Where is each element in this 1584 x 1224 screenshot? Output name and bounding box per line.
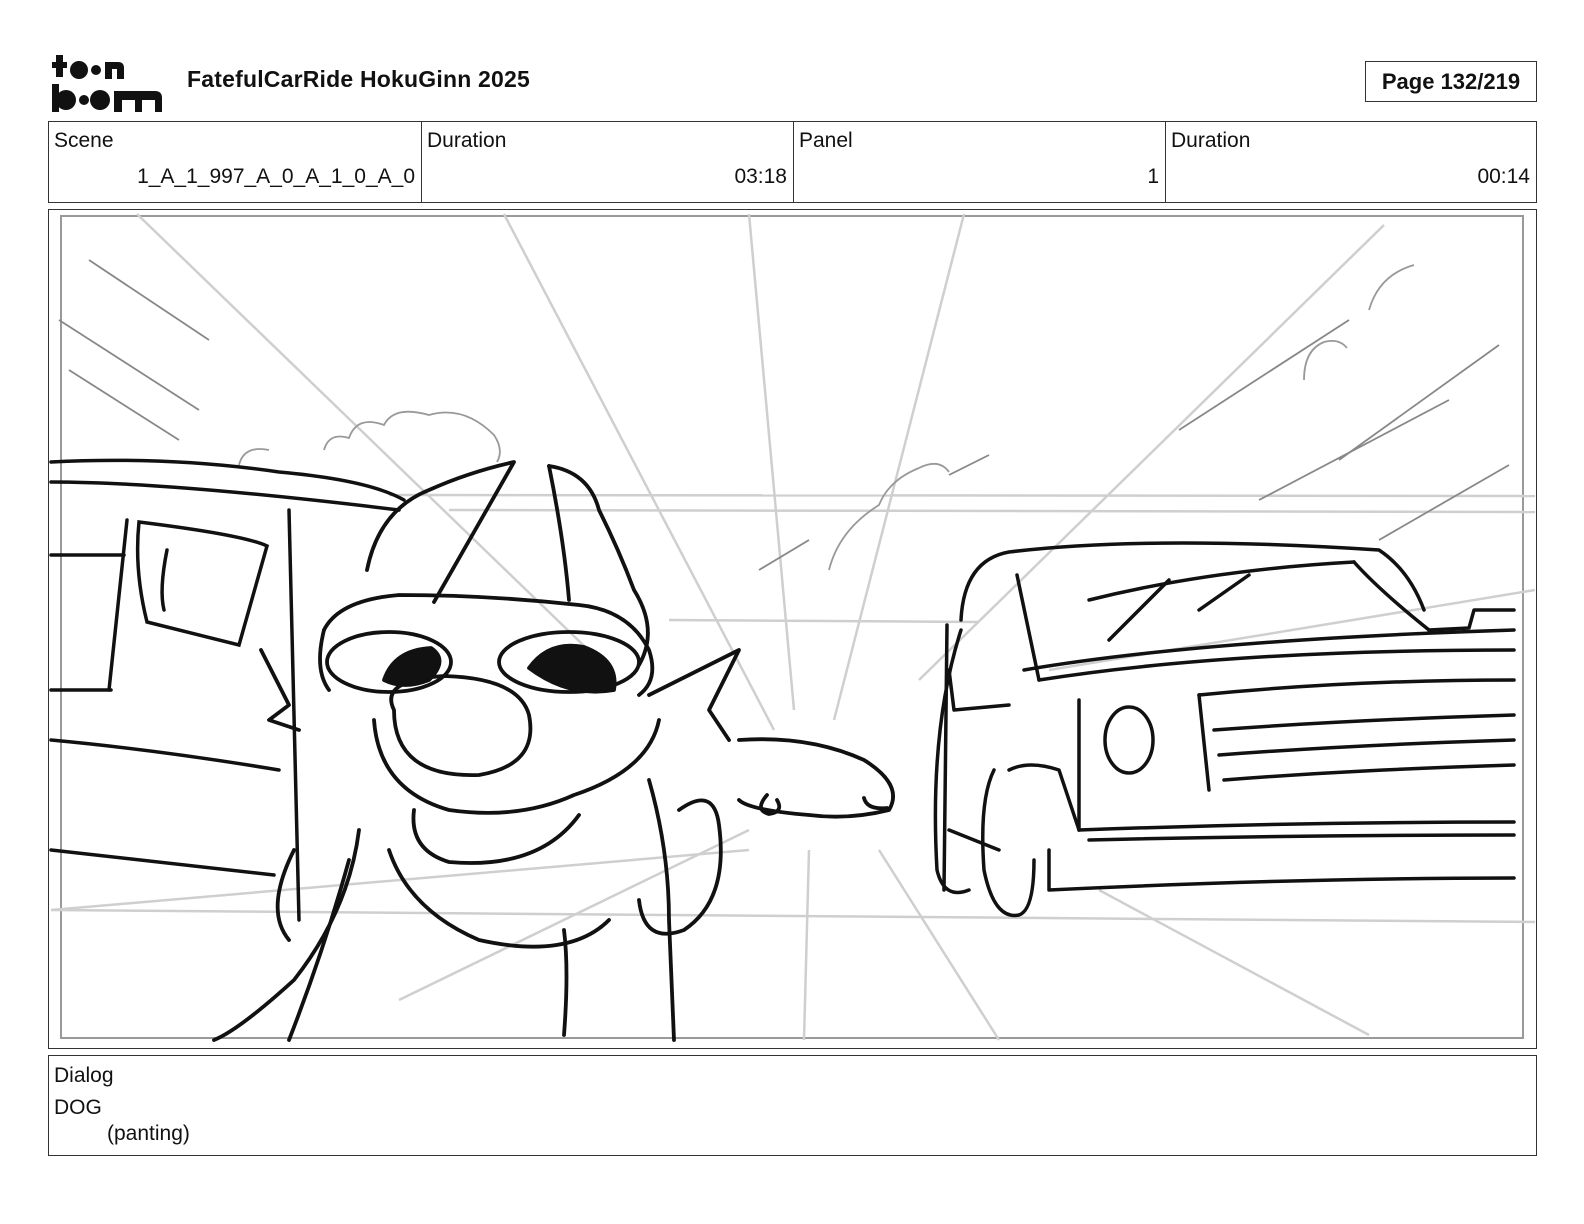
scene-value: 1_A_1_997_A_0_A_1_0_A_0 [137, 165, 415, 188]
scene-info-table: Scene 1_A_1_997_A_0_A_1_0_A_0 Duration 0… [48, 121, 1537, 203]
dialog-parenthetical: (panting) [107, 1122, 190, 1145]
scene-duration-value: 03:18 [734, 165, 787, 188]
dialog-label: Dialog [54, 1064, 114, 1087]
dialog-character: DOG [54, 1096, 102, 1119]
panel-duration-value: 00:14 [1477, 165, 1530, 188]
panel-label: Panel [799, 129, 853, 152]
panel-cell: Panel 1 [794, 122, 1166, 202]
document-title: FatefulCarRide HokuGinn 2025 [187, 66, 531, 92]
storyboard-sketch [49, 213, 1535, 1042]
panel-value: 1 [1147, 165, 1159, 188]
dialog-box: Dialog DOG (panting) [48, 1055, 1537, 1156]
scene-duration-cell: Duration 03:18 [422, 122, 794, 202]
page-number: Page 132/219 [1365, 61, 1537, 102]
scene-label: Scene [54, 129, 114, 152]
panel-duration-cell: Duration 00:14 [1166, 122, 1536, 202]
scene-duration-label: Duration [427, 129, 507, 152]
toonboom-logo [52, 55, 162, 112]
storyboard-panel [48, 209, 1537, 1049]
scene-cell: Scene 1_A_1_997_A_0_A_1_0_A_0 [49, 122, 422, 202]
panel-duration-label: Duration [1171, 129, 1251, 152]
